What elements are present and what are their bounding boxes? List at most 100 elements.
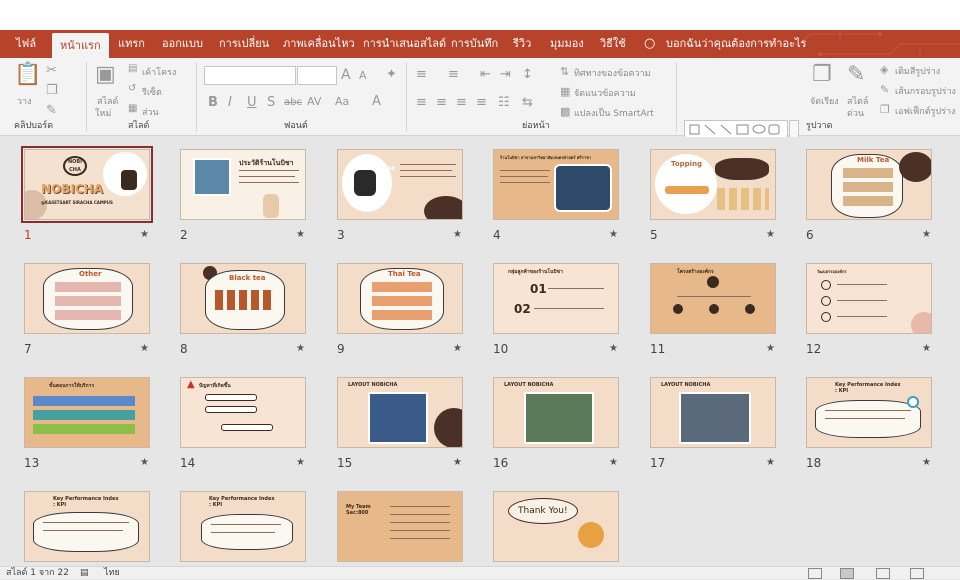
arrange-button[interactable]: จัดเรียง [810,94,839,108]
layout-button[interactable]: เค้าโครง [142,65,176,79]
slide-thumb-4[interactable]: ร้านโนบิชา สาขามหาวิทยาลัยเกษตรศาสตร์ ศร… [493,149,619,220]
char-spacing-button[interactable]: AV [307,96,321,107]
shape-outline-icon[interactable]: ✎ [880,84,889,95]
slide-thumb-16[interactable]: LAYOUT NOBICHA [493,377,619,448]
columns-icon[interactable]: ☷ [498,96,510,109]
slide-thumb-5[interactable]: Topping [650,149,776,220]
tab-record[interactable]: การบันทึก [451,30,498,58]
slide-thumb-2[interactable]: ประวัติร้านโนบิชา [180,149,306,220]
justify-icon[interactable]: ≡ [476,96,487,109]
line-spacing-icon[interactable]: ↕ [522,68,533,81]
shape-effects-button[interactable]: เอฟเฟ็กต์รูปร่าง [895,104,955,118]
arrange-icon[interactable]: ❐ [812,64,832,86]
text-line [837,284,887,285]
cut-icon[interactable]: ✂ [46,64,57,77]
slide-thumb-10[interactable]: กลุ่มลูกค้าของร้านโนบิชา 01 02 [493,263,619,334]
language-indicator[interactable]: ไทย [104,567,120,580]
slide-sorter-view-button[interactable] [840,568,854,579]
reading-view-button[interactable] [876,568,890,579]
change-case-button[interactable]: Aa [335,96,349,107]
reset-button[interactable]: รีเซ็ต [142,85,162,99]
bullets-icon[interactable]: ≡ [416,68,427,81]
reset-icon[interactable]: ↺ [128,84,136,94]
align-text-icon[interactable]: ▦ [560,86,570,97]
slide-thumb-7[interactable]: Other [24,263,150,334]
tab-home[interactable]: หน้าแรก [52,33,109,58]
slide-thumb-13[interactable]: ขั้นตอนการให้บริการ [24,377,150,448]
slide-thumb-6[interactable]: Milk Tea [806,149,932,220]
shadow-button[interactable]: S [267,96,275,109]
decrease-indent-icon[interactable]: ⇤ [480,68,491,81]
strikethrough-button[interactable]: abc [284,98,302,108]
numbering-icon[interactable]: ≡ [448,68,459,81]
slide-number: 12 [806,342,822,356]
slide-thumb-3[interactable]: Rabbit Time [337,149,463,220]
normal-view-button[interactable] [808,568,822,579]
layout-icon[interactable]: ▤ [128,64,137,74]
section-button[interactable]: ส่วน [142,105,159,119]
slide-thumb-20[interactable]: Key Performance Index : KPI [180,491,306,562]
slide-thumb-22[interactable]: Thank You! [493,491,619,562]
font-name-dropdown[interactable] [204,66,296,85]
shape-outline-button[interactable]: เส้นกรอบรูปร่าง [895,84,956,98]
shape-effects-icon[interactable]: ❐ [880,104,890,115]
shrink-font-icon[interactable]: A [359,70,367,81]
align-center-icon[interactable]: ≡ [436,96,447,109]
tab-transitions[interactable]: การเปลี่ยน [219,30,269,58]
slide-thumb-14[interactable]: ▲ ปัญหาที่เกิดขึ้น [180,377,306,448]
slide-number: 6 [806,228,814,242]
tab-animations[interactable]: ภาพเคลื่อนไหว [283,30,355,58]
font-size-dropdown[interactable] [297,66,337,85]
italic-button[interactable]: I [228,96,232,109]
team-line [390,538,450,539]
slide-thumb-18[interactable]: Key Performance Index : KPI [806,377,932,448]
text-line [43,530,123,531]
new-slide-icon[interactable]: ▣ [95,64,116,86]
slide-thumb-19[interactable]: Key Performance Index : KPI [24,491,150,562]
format-painter-icon[interactable]: ✎ [46,104,57,117]
tab-review[interactable]: รีวิว [513,30,531,58]
paste-label[interactable]: วาง [17,94,32,108]
align-text-button[interactable]: จัดแนวข้อความ [574,86,636,100]
clear-format-icon[interactable]: ✦ [386,68,397,81]
text-dir-icon[interactable]: ⇆ [522,96,533,109]
slide-thumb-21[interactable]: My Team Sec:800 [337,491,463,562]
new-slide-label-2[interactable]: ใหม่ [95,106,111,120]
text-direction-button[interactable]: ทิศทางของข้อความ [574,66,651,80]
tab-slideshow[interactable]: การนำเสนอสไลด์ [363,30,446,58]
tell-me-search[interactable]: บอกฉันว่าคุณต้องการทำอะไร [666,30,806,58]
tab-design[interactable]: ออกแบบ [162,30,203,58]
tab-file[interactable]: ไฟล์ [16,30,36,58]
tab-help[interactable]: วิธีใช้ [600,30,626,58]
slide-thumb-8[interactable]: Black tea [180,263,306,334]
align-right-icon[interactable]: ≡ [456,96,467,109]
font-color-button[interactable]: A [372,95,381,108]
slide-title: LAYOUT NOBICHA [661,382,711,388]
copy-icon[interactable]: ❐ [46,84,58,97]
slide-thumb-11[interactable]: โครงสร้างองค์กร [650,263,776,334]
text-direction-icon[interactable]: ⇅ [560,66,569,77]
section-icon[interactable]: ▦ [128,104,137,114]
align-left-icon[interactable]: ≡ [416,96,427,109]
slide-thumb-9[interactable]: Thai Tea [337,263,463,334]
slide-thumb-17[interactable]: LAYOUT NOBICHA [650,377,776,448]
increase-indent-icon[interactable]: ⇥ [500,68,511,81]
bold-button[interactable]: B [208,96,218,109]
slide-thumb-15[interactable]: LAYOUT NOBICHA [337,377,463,448]
quick-styles-icon[interactable]: ✎ [847,64,865,86]
tab-insert[interactable]: แทรก [118,30,145,58]
slide-thumb-1[interactable]: NOBI CHA NOBICHA @KASETSART SIRACHA CAMP… [21,146,153,223]
slideshow-button[interactable] [910,568,924,579]
slide-thumb-12[interactable]: วัฒนธรรมองค์กร [806,263,932,334]
slide-title: กลุ่มลูกค้าของร้านโนบิชา [508,269,563,275]
tab-view[interactable]: มุมมอง [550,30,584,58]
grow-font-icon[interactable]: A [341,68,351,82]
underline-button[interactable]: U [247,96,257,109]
shape-fill-button[interactable]: เติมสีรูปร่าง [895,64,940,78]
spellcheck-icon[interactable]: ▤ [80,567,89,580]
quick-styles-button-2[interactable]: ด่วน [847,106,864,120]
smartart-button[interactable]: แปลงเป็น SmartArt [574,106,654,120]
smartart-icon[interactable]: ▩ [560,106,570,117]
shape-fill-icon[interactable]: ◈ [880,64,888,75]
paste-icon[interactable]: 📋 [14,64,41,86]
